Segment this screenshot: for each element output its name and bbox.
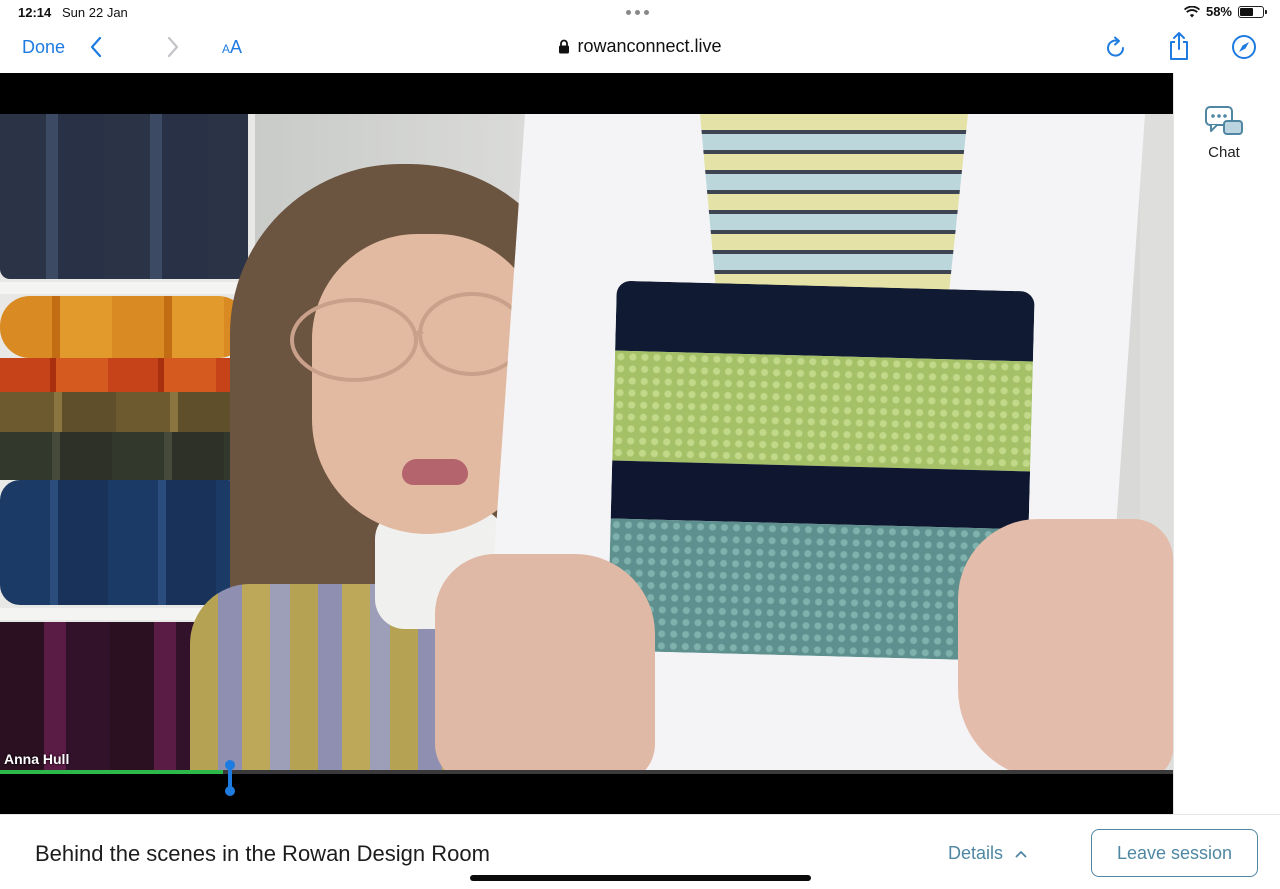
battery-percent: 58% bbox=[1205, 4, 1232, 19]
status-bar: 12:14 Sun 22 Jan 58% bbox=[0, 0, 1280, 26]
sweater-sketch bbox=[700, 114, 968, 290]
presenter-name-tag: Anna Hull bbox=[4, 751, 70, 767]
reload-icon[interactable] bbox=[1103, 34, 1129, 62]
scrubber-handle[interactable] bbox=[222, 760, 238, 798]
presenter-hand-right bbox=[958, 519, 1173, 772]
chat-bubbles-icon bbox=[1205, 106, 1243, 135]
details-label: Details bbox=[948, 843, 1004, 863]
wifi-icon bbox=[1183, 5, 1200, 17]
done-button[interactable]: Done bbox=[22, 37, 65, 58]
details-toggle[interactable]: Details bbox=[948, 843, 1027, 864]
forward-chevron-icon[interactable] bbox=[162, 34, 184, 60]
text-size-large-a: A bbox=[230, 37, 243, 57]
address-field[interactable]: rowanconnect.live bbox=[558, 36, 722, 57]
back-chevron-icon[interactable] bbox=[86, 34, 108, 60]
leave-session-button[interactable]: Leave session bbox=[1091, 829, 1258, 877]
sidebar-divider bbox=[1173, 73, 1174, 814]
status-time: 12:14 bbox=[18, 5, 52, 20]
session-title: Behind the scenes in the Rowan Design Ro… bbox=[35, 841, 490, 866]
text-size-button[interactable]: AA bbox=[222, 37, 242, 58]
text-size-small-a: A bbox=[222, 42, 231, 56]
status-date: Sun 22 Jan bbox=[62, 5, 128, 20]
video-progress-bar[interactable] bbox=[0, 770, 1173, 774]
compass-icon[interactable] bbox=[1230, 33, 1258, 61]
video-player[interactable]: Anna Hull bbox=[0, 73, 1173, 814]
status-right: 58% bbox=[1183, 4, 1267, 19]
browser-toolbar: Done AA rowanconnect.live bbox=[0, 26, 1280, 72]
battery-level bbox=[1240, 7, 1253, 16]
share-icon[interactable] bbox=[1166, 30, 1192, 62]
address-bar: rowanconnect.live bbox=[0, 36, 1280, 59]
presenter-glasses bbox=[290, 292, 526, 382]
lock-icon bbox=[559, 39, 570, 54]
chevron-up-icon bbox=[1015, 850, 1027, 857]
multitasking-dots-icon[interactable] bbox=[626, 10, 649, 15]
presenter-mouth bbox=[402, 459, 468, 485]
presenter-hand-left bbox=[435, 554, 655, 772]
chat-button[interactable]: Chat bbox=[1186, 104, 1262, 174]
url-text: rowanconnect.live bbox=[577, 36, 722, 56]
chat-label: Chat bbox=[1208, 144, 1240, 161]
battery-icon bbox=[1238, 5, 1267, 18]
video-frame bbox=[0, 114, 1173, 772]
home-indicator[interactable] bbox=[470, 875, 811, 881]
video-progress-fill bbox=[0, 770, 223, 774]
